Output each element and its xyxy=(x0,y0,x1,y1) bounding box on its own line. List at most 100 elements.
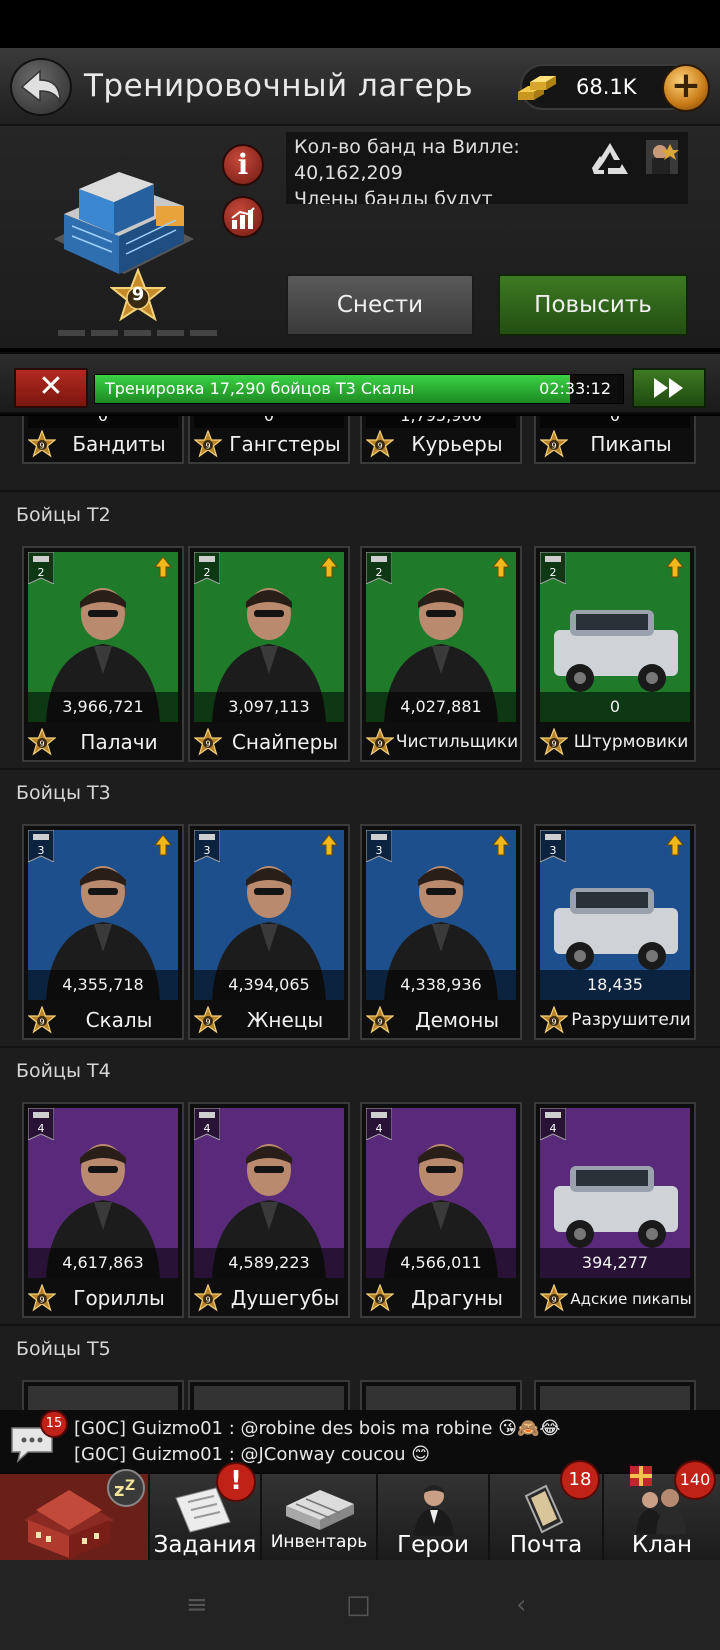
troop-card[interactable]: 09Бандиты xyxy=(22,416,184,464)
tasks-alert-icon: ! xyxy=(216,1462,256,1502)
level-star-icon: 9 xyxy=(366,1284,394,1312)
section-title: Бойцы Т3 xyxy=(16,782,111,804)
back-arrow-icon xyxy=(20,69,61,104)
gang-member-icon[interactable] xyxy=(644,138,680,176)
troop-card[interactable]: 09Гангстеры xyxy=(188,416,350,464)
nav-tasks[interactable]: ! Задания xyxy=(150,1462,262,1562)
stats-button[interactable] xyxy=(222,196,264,238)
demolish-button[interactable]: Снести xyxy=(286,274,474,336)
section-title: Бойцы Т2 xyxy=(16,504,111,526)
level-star-icon: 9 xyxy=(194,430,222,458)
troop-card[interactable]: 2 3,966,721 9 Палачи xyxy=(22,546,184,762)
back-nav-icon[interactable]: ‹ xyxy=(516,1590,526,1620)
page-dot xyxy=(58,330,85,336)
section-title: Бойцы Т4 xyxy=(16,1060,111,1082)
troop-card[interactable]: 4 4,617,863 9 Гориллы xyxy=(22,1102,184,1318)
speed-up-button[interactable] xyxy=(632,368,706,408)
troop-level-number: 9 xyxy=(39,1018,44,1027)
troop-card[interactable] xyxy=(188,1380,350,1410)
tier-badge-icon: 3 xyxy=(540,830,566,862)
recycle-icon[interactable] xyxy=(590,140,630,178)
troop-level-number: 9 xyxy=(39,442,44,451)
upgrade-arrow-icon xyxy=(666,834,684,856)
nav-villa[interactable]: z Z xyxy=(0,1469,150,1562)
troop-name: Палачи xyxy=(80,730,158,754)
troop-card[interactable]: 4 4,589,223 9 Душегубы xyxy=(188,1102,350,1318)
home-icon[interactable]: □ xyxy=(346,1590,371,1620)
troop-footer: 9 Жнецы xyxy=(190,1002,348,1038)
troop-footer: 9 Душегубы xyxy=(190,1280,348,1316)
tier-badge-icon: 2 xyxy=(28,552,54,584)
tier-number: 2 xyxy=(376,566,383,579)
troop-footer: 9 Штурмовики xyxy=(536,724,694,760)
level-star-icon: 9 xyxy=(540,728,568,756)
troop-card[interactable]: 2 4,027,881 9 Чистильщики xyxy=(360,546,522,762)
troop-card[interactable]: 3 4,394,065 9 Жнецы xyxy=(188,824,350,1040)
level-star-icon: 9 xyxy=(28,1006,56,1034)
troop-card[interactable] xyxy=(534,1380,696,1410)
troop-card[interactable]: 1,795,9669Курьеры xyxy=(360,416,522,464)
troop-card[interactable]: 2 3,097,113 9 Снайперы xyxy=(188,546,350,762)
troop-card[interactable] xyxy=(22,1380,184,1410)
level-star-icon: 9 xyxy=(194,728,222,756)
tier-number: 3 xyxy=(550,844,557,857)
close-icon: ✕ xyxy=(38,369,64,404)
troop-level-number: 9 xyxy=(205,740,210,749)
troop-card[interactable]: 4 394,277 9 Адские пикапы xyxy=(534,1102,696,1318)
info-icon: i xyxy=(237,148,249,181)
add-gold-button[interactable]: + xyxy=(662,64,710,112)
recent-apps-icon[interactable]: ≡ xyxy=(186,1590,208,1620)
troop-count: 3,097,113 xyxy=(194,692,344,722)
level-star-icon: 9 xyxy=(28,728,56,756)
troop-card[interactable]: 09Пикапы xyxy=(534,416,696,464)
chat-bar[interactable]: 15 [G0C] Guizmo01 : @robine des bois ma … xyxy=(0,1410,720,1472)
building-panel: 9 i Кол-во банд на Вилле: 40,162,209 Чле… xyxy=(0,126,720,348)
level-star-icon: 9 xyxy=(540,1006,568,1034)
chat-message-1: [G0C] Guizmo01 : @robine des bois ma rob… xyxy=(74,1418,561,1439)
nav-mail[interactable]: 18 Почта xyxy=(490,1460,604,1562)
nav-inventory-label: Инвентарь xyxy=(270,1532,368,1552)
troop-level-number: 9 xyxy=(551,740,556,749)
troops-list[interactable]: 09Бандиты09Гангстеры1,795,9669Курьеры09П… xyxy=(0,416,720,1410)
nav-heroes[interactable]: Герои xyxy=(378,1474,490,1562)
troop-name: Адские пикапы xyxy=(570,1290,692,1308)
level-star-icon: 9 xyxy=(366,430,394,458)
tier-badge-icon: 2 xyxy=(540,552,566,584)
status-bar xyxy=(0,0,720,48)
svg-text:z: z xyxy=(114,1480,124,1501)
gold-counter: 68.1K + xyxy=(518,64,710,112)
bottom-nav: z Z ! Задания Инвентарь Герои 18 Почта 1… xyxy=(0,1460,720,1562)
troop-card[interactable]: 2 0 9 Штурмовики xyxy=(534,546,696,762)
nav-tasks-label: Задания xyxy=(153,1532,257,1558)
gang-count-label: Кол-во банд на Вилле: xyxy=(294,136,520,158)
training-text: Тренировка 17,290 бойцов Т3 Скалы xyxy=(105,379,415,398)
training-progress: Тренировка 17,290 бойцов Т3 Скалы 02:33:… xyxy=(94,374,624,404)
troop-card[interactable]: 4 4,566,011 9 Драгуны xyxy=(360,1102,522,1318)
building-info-box: Кол-во банд на Вилле: 40,162,209 Члены б… xyxy=(286,132,688,204)
info-button[interactable]: i xyxy=(222,144,264,186)
cancel-training-button[interactable]: ✕ xyxy=(14,368,88,408)
page-dot xyxy=(124,330,151,336)
troop-card[interactable]: 3 4,338,936 9 Демоны xyxy=(360,824,522,1040)
tier-number: 2 xyxy=(38,566,45,579)
level-star-icon: 9 xyxy=(194,1006,222,1034)
troop-count: 4,027,881 xyxy=(366,692,516,722)
training-time: 02:33:12 xyxy=(539,379,611,398)
troop-level-number: 9 xyxy=(551,442,556,451)
mail-count-badge: 18 xyxy=(560,1460,600,1500)
troop-card[interactable]: 3 18,435 9 Разрушители xyxy=(534,824,696,1040)
troop-card[interactable]: 3 4,355,718 9 Скалы xyxy=(22,824,184,1040)
upgrade-arrow-icon xyxy=(154,834,172,856)
troop-card[interactable] xyxy=(360,1380,522,1410)
upgrade-button[interactable]: Повысить xyxy=(498,274,688,336)
troop-footer: 9 Разрушители xyxy=(536,1002,694,1038)
troop-count: 394,277 xyxy=(540,1248,690,1278)
back-button[interactable] xyxy=(10,58,72,116)
level-star-icon: 9 xyxy=(540,1284,568,1312)
nav-inventory[interactable]: Инвентарь xyxy=(262,1474,378,1562)
tier-number: 4 xyxy=(376,1122,383,1135)
nav-clan[interactable]: 140 Клан xyxy=(604,1460,720,1562)
troop-footer: 9 Палачи xyxy=(24,724,182,760)
troop-name: Чистильщики xyxy=(395,732,519,752)
tier-badge-icon: 2 xyxy=(194,552,220,584)
